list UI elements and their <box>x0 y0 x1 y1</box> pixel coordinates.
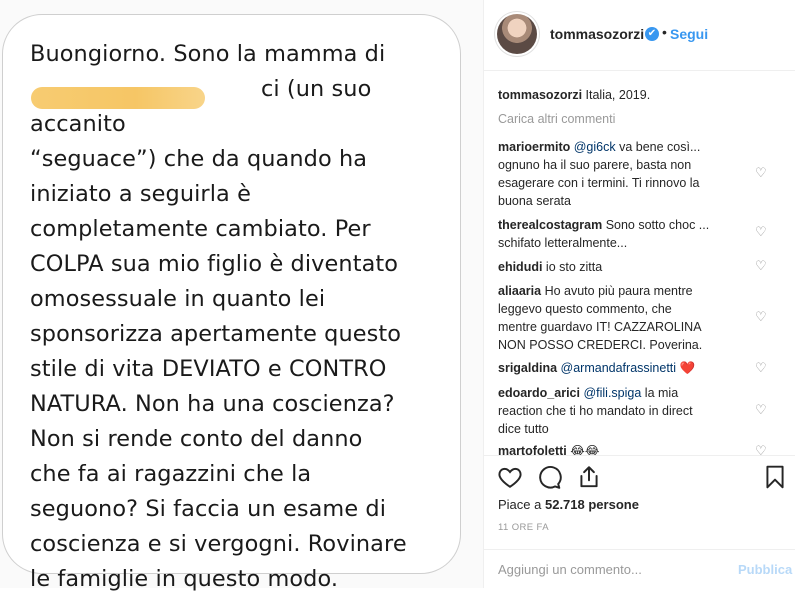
like-comment-heart-icon[interactable]: ♡ <box>755 259 767 272</box>
comment-text: la mia <box>641 386 679 400</box>
comment-text: leggevo questo commento, che <box>498 302 672 316</box>
like-comment-heart-icon[interactable]: ♡ <box>755 444 767 455</box>
comment-text: buona serata <box>498 194 571 208</box>
add-comment-row: Pubblica <box>484 549 795 590</box>
comment-text: ognuno ha il suo parere, basta non <box>498 158 692 172</box>
like-comment-heart-icon[interactable]: ♡ <box>755 225 767 238</box>
comment-text: dice tutto <box>498 422 549 436</box>
caption-text: Italia, 2019. <box>585 88 651 102</box>
load-more-comments-link[interactable]: Carica altri commenti <box>498 112 615 126</box>
comment-text: 😂😂 <box>566 444 600 455</box>
comment-item: therealcostagram Sono sotto choc ... sch… <box>498 216 709 252</box>
like-comment-heart-icon[interactable]: ♡ <box>755 310 767 323</box>
like-comment-heart-icon[interactable]: ♡ <box>755 166 767 179</box>
verified-badge-icon: ✔ <box>645 27 659 41</box>
comment-username[interactable]: marioermito <box>498 140 570 154</box>
red-heart-emoji-icon: ❤️ <box>679 361 696 375</box>
caption-username[interactable]: tommasozorzi <box>498 88 582 102</box>
avatar[interactable] <box>497 14 537 54</box>
like-comment-heart-icon[interactable]: ♡ <box>755 361 767 374</box>
comment-mention[interactable]: @gi6ck <box>574 140 616 154</box>
message-text: Buongiorno. Sono la mamma di ci (un suo … <box>30 41 407 592</box>
comment-item: martofoletti 😂😂 <box>498 442 599 455</box>
likes-suffix: persone <box>584 497 639 512</box>
likes-prefix: Piace a <box>498 497 545 512</box>
comment-text: reaction che ti ho mandato in direct <box>498 404 693 418</box>
comment-text: Sono sotto choc ... <box>602 218 710 232</box>
comment-mention[interactable]: @armandafrassinetti <box>561 361 677 375</box>
comment-username[interactable]: therealcostagram <box>498 218 602 232</box>
comment-username[interactable]: edoardo_arici <box>498 386 580 400</box>
comment-text: io sto zitta <box>542 260 603 274</box>
likes-count[interactable]: Piace a 52.718 persone <box>498 497 639 512</box>
screenshot-message-bubble: Buongiorno. Sono la mamma di ci (un suo … <box>2 14 461 592</box>
comment-item: aliaaria Ho avuto più paura mentre legge… <box>498 282 702 354</box>
redaction-marker <box>31 87 205 109</box>
comment-text: mentre guardavo IT! CAZZAROLINA <box>498 320 702 334</box>
caption: tommasozorzi Italia, 2019. <box>498 86 650 104</box>
comment-text: schifato letteralmente... <box>498 236 628 250</box>
comment-username[interactable]: aliaaria <box>498 284 541 298</box>
comment-item: ehidudi io sto zitta <box>498 258 602 276</box>
comment-username[interactable]: ehidudi <box>498 260 542 274</box>
follow-button[interactable]: Segui <box>670 26 708 42</box>
like-comment-heart-icon[interactable]: ♡ <box>755 403 767 416</box>
comment-username[interactable]: martofoletti <box>498 444 567 455</box>
post-image-area: Buongiorno. Sono la mamma di ci (un suo … <box>0 0 483 592</box>
comment-item: srigaldina @armandafrassinetti ❤️ <box>498 359 695 377</box>
comment-text: esagerare con i termini. Ti rinnovo la <box>498 176 700 190</box>
comment-bubble-icon[interactable] <box>536 464 562 490</box>
comment-mention[interactable]: @fili.spiga <box>583 386 641 400</box>
separator-dot: • <box>662 24 667 40</box>
bookmark-save-icon[interactable] <box>762 464 788 490</box>
comment-text: NON POSSO CREDERCI. Poverina. <box>498 338 703 352</box>
share-upload-icon[interactable] <box>576 464 602 490</box>
comment-text: Ho avuto più paura mentre <box>541 284 693 298</box>
post-header: tommasozorzi ✔ • Segui <box>484 0 795 71</box>
like-heart-icon[interactable] <box>497 464 523 490</box>
comment-username[interactable]: srigaldina <box>498 361 557 375</box>
post-timestamp[interactable]: 11 ORE FA <box>498 522 549 533</box>
comment-item: marioermito @gi6ck va bene così... ognun… <box>498 138 700 210</box>
comment-text: va bene così... <box>615 140 701 154</box>
publish-button[interactable]: Pubblica <box>738 562 792 577</box>
header-username[interactable]: tommasozorzi <box>550 26 644 42</box>
add-comment-input[interactable] <box>498 562 728 577</box>
post-actions: Piace a 52.718 persone 11 ORE FA Pubblic… <box>484 455 795 591</box>
likes-number: 52.718 <box>544 497 585 512</box>
comments-section[interactable]: tommasozorzi Italia, 2019. Carica altri … <box>484 71 795 455</box>
comment-item: edoardo_arici @fili.spiga la mia reactio… <box>498 384 693 438</box>
